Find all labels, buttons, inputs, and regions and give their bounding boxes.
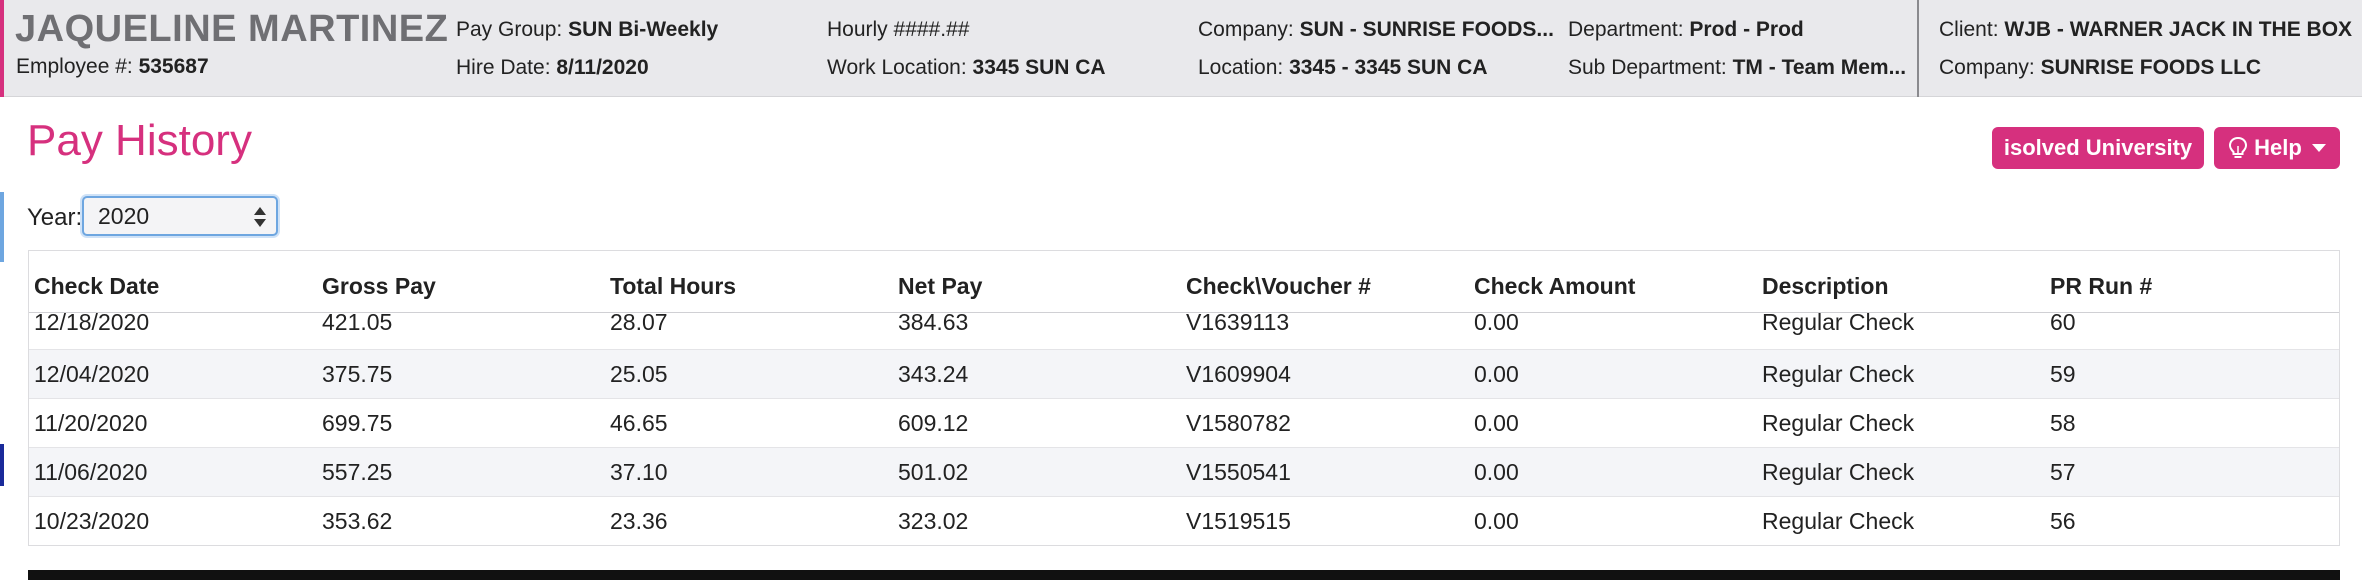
table-body: 12/18/2020 421.05 28.07 384.63 V1639113 … xyxy=(29,309,2339,545)
company: Company: SUN - SUNRISE FOODS... xyxy=(1198,18,1554,41)
cell-check-date: 11/06/2020 xyxy=(34,459,148,485)
cell-pr-run: 56 xyxy=(2050,508,2076,534)
help-button-label: Help xyxy=(2254,135,2302,160)
column-header-pr-run[interactable]: PR Run # xyxy=(2050,273,2152,300)
employee-number: Employee #: 535687 xyxy=(16,55,209,78)
table-header: Check Date Gross Pay Total Hours Net Pay… xyxy=(29,251,2339,313)
location: Location: 3345 - 3345 SUN CA xyxy=(1198,56,1488,79)
cell-check-amount: 0.00 xyxy=(1474,508,1519,534)
cell-total-hours: 23.36 xyxy=(610,508,668,534)
table-row[interactable]: 11/06/2020 557.25 37.10 501.02 V1550541 … xyxy=(29,448,2339,497)
cell-description: Regular Check xyxy=(1762,508,1915,534)
hire-date: Hire Date: 8/11/2020 xyxy=(456,56,649,79)
cell-gross-pay: 421.05 xyxy=(322,309,393,335)
sub-department: Sub Department: TM - Team Mem... xyxy=(1568,56,1907,79)
cell-check-voucher: V1639113 xyxy=(1186,309,1290,335)
cell-check-amount: 0.00 xyxy=(1474,410,1519,436)
table-row[interactable]: 12/18/2020 421.05 28.07 384.63 V1639113 … xyxy=(29,309,2339,350)
cell-total-hours: 28.07 xyxy=(610,309,668,335)
cell-net-pay: 343.24 xyxy=(898,361,969,387)
cell-check-amount: 0.00 xyxy=(1474,309,1519,335)
cell-check-voucher: V1550541 xyxy=(1186,459,1291,485)
table-row[interactable]: 10/23/2020 353.62 23.36 323.02 V1519515 … xyxy=(29,497,2339,545)
cell-check-voucher: V1609904 xyxy=(1186,361,1291,387)
year-select[interactable]: 2020 xyxy=(82,196,278,236)
cell-description: Regular Check xyxy=(1762,361,1915,387)
chevron-down-icon xyxy=(2311,144,2326,152)
cell-total-hours: 37.10 xyxy=(610,459,668,485)
cell-description: Regular Check xyxy=(1762,309,1915,335)
column-header-gross-pay[interactable]: Gross Pay xyxy=(322,273,436,300)
cell-gross-pay: 375.75 xyxy=(322,361,393,387)
column-header-check-date[interactable]: Check Date xyxy=(34,273,159,300)
cell-gross-pay: 699.75 xyxy=(322,410,393,436)
page-title: Pay History xyxy=(27,116,252,165)
column-header-description[interactable]: Description xyxy=(1762,273,1889,300)
cell-description: Regular Check xyxy=(1762,459,1915,485)
left-edge-mark-navy xyxy=(0,444,4,486)
lightbulb-icon xyxy=(2229,136,2248,158)
cell-net-pay: 384.63 xyxy=(898,309,969,335)
client-company: Company: SUNRISE FOODS LLC xyxy=(1939,56,2262,79)
client: Client: WJB - WARNER JACK IN THE BOX xyxy=(1939,18,2353,41)
left-edge-mark-blue xyxy=(0,192,4,262)
cell-check-amount: 0.00 xyxy=(1474,459,1519,485)
column-header-total-hours[interactable]: Total Hours xyxy=(610,273,736,300)
help-button[interactable]: Help xyxy=(2214,127,2340,169)
cell-pr-run: 60 xyxy=(2050,309,2076,335)
cell-gross-pay: 353.62 xyxy=(322,508,393,534)
header-divider xyxy=(1917,0,1919,97)
cell-check-amount: 0.00 xyxy=(1474,361,1519,387)
column-header-check-amount[interactable]: Check Amount xyxy=(1474,273,1635,300)
cell-net-pay: 501.02 xyxy=(898,459,969,485)
table-row[interactable]: 12/04/2020 375.75 25.05 343.24 V1609904 … xyxy=(29,350,2339,399)
cell-net-pay: 323.02 xyxy=(898,508,969,534)
university-button-label: isolved University xyxy=(2003,135,2193,160)
cell-check-voucher: V1580782 xyxy=(1186,410,1291,436)
cell-check-date: 11/20/2020 xyxy=(34,410,148,436)
cell-check-voucher: V1519515 xyxy=(1186,508,1291,534)
employee-header: JAQUELINE MARTINEZ Employee #: 535687 Pa… xyxy=(0,0,2362,97)
work-location: Work Location: 3345 SUN CA xyxy=(827,56,1106,79)
cell-pr-run: 58 xyxy=(2050,410,2076,436)
cell-check-date: 10/23/2020 xyxy=(34,508,150,534)
cell-check-date: 12/18/2020 xyxy=(34,309,150,335)
cell-pr-run: 59 xyxy=(2050,361,2076,387)
select-arrows-icon xyxy=(254,206,266,228)
pay-type: Hourly ####.## xyxy=(827,18,970,41)
cell-check-date: 12/04/2020 xyxy=(34,361,150,387)
cell-net-pay: 609.12 xyxy=(898,410,969,436)
pay-group: Pay Group: SUN Bi-Weekly xyxy=(456,18,719,41)
cell-total-hours: 46.65 xyxy=(610,410,668,436)
year-label: Year: xyxy=(27,204,83,231)
header-accent-bar xyxy=(0,0,4,97)
table-row[interactable]: 11/20/2020 699.75 46.65 609.12 V1580782 … xyxy=(29,399,2339,448)
cell-description: Regular Check xyxy=(1762,410,1915,436)
year-select-value: 2020 xyxy=(98,202,150,229)
cell-gross-pay: 557.25 xyxy=(322,459,393,485)
pay-history-table: Check Date Gross Pay Total Hours Net Pay… xyxy=(28,250,2340,546)
isolved-university-button[interactable]: isolved University xyxy=(1992,127,2204,169)
column-header-net-pay[interactable]: Net Pay xyxy=(898,273,982,300)
bottom-bar xyxy=(28,570,2340,580)
employee-name: JAQUELINE MARTINEZ xyxy=(15,8,449,50)
cell-total-hours: 25.05 xyxy=(610,361,668,387)
cell-pr-run: 57 xyxy=(2050,459,2076,485)
department: Department: Prod - Prod xyxy=(1568,18,1804,41)
column-header-check-voucher[interactable]: Check\Voucher # xyxy=(1186,273,1371,300)
